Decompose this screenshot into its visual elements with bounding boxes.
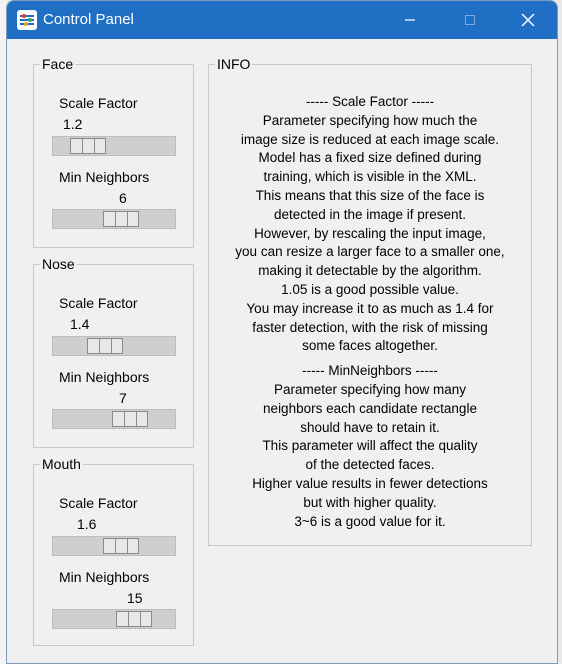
minimize-button[interactable] (387, 1, 433, 39)
nose-scale-slider[interactable] (52, 336, 176, 356)
info-line: image size is reduced at each image scal… (240, 131, 500, 147)
face-scale-label: Scale Factor (59, 95, 138, 111)
nose-scale-value: 1.4 (70, 316, 90, 332)
info-line: ----- MinNeighbors ----- (302, 363, 438, 379)
face-scale-slider[interactable] (52, 136, 176, 156)
info-line: Parameter specifying how much the (262, 112, 478, 128)
info-line: 3~6 is a good value for it. (294, 513, 446, 529)
info-line: 1.05 is a good possible value. (281, 281, 459, 297)
info-group-title: INFO (215, 56, 253, 72)
info-line: making it detectable by the algorithm. (258, 263, 482, 279)
minimize-icon (405, 19, 415, 21)
info-line: should have to retain it. (300, 419, 440, 435)
nose-neighbors-slider[interactable] (52, 409, 176, 429)
info-line: training, which is visible in the XML. (263, 169, 477, 185)
info-line: This parameter will affect the quality (262, 438, 478, 454)
control-panel-icon (17, 10, 37, 30)
nose-scale-label: Scale Factor (59, 295, 138, 311)
mouth-neighbors-label: Min Neighbors (59, 569, 150, 585)
mouth-group: Mouth Scale Factor 1.6 Min Neighbors 15 (33, 456, 194, 646)
info-line: Higher value results in fewer detections (252, 475, 488, 491)
face-neighbors-label: Min Neighbors (59, 169, 150, 185)
info-line: ----- Scale Factor ----- (305, 94, 435, 109)
info-line: faster detection, with the risk of missi… (252, 319, 488, 335)
title-bar[interactable]: Control Panel (7, 1, 557, 39)
info-line: some faces altogether. (302, 338, 438, 354)
info-line: However, by rescaling the input image, (254, 225, 486, 241)
nose-group: Nose Scale Factor 1.4 Min Neighbors 7 (33, 256, 194, 448)
nose-neighbors-value: 7 (119, 390, 127, 406)
nose-group-title: Nose (40, 256, 77, 272)
info-group: INFO ----- Scale Factor ----- Parameter … (208, 56, 532, 546)
client-area: Face Scale Factor 1.2 Min Neighbors 6 No… (7, 39, 557, 663)
info-line: neighbors each candidate rectangle (263, 400, 477, 416)
face-group: Face Scale Factor 1.2 Min Neighbors 6 (33, 56, 194, 248)
info-text: ----- Scale Factor ----- Parameter speci… (209, 93, 531, 531)
maximize-button[interactable] (447, 1, 493, 39)
mouth-neighbors-value: 15 (127, 590, 143, 606)
close-button[interactable] (505, 1, 551, 39)
mouth-group-title: Mouth (40, 456, 83, 472)
close-icon (521, 13, 535, 27)
face-neighbors-value: 6 (119, 190, 127, 206)
info-line: Model has a fixed size defined during (258, 150, 482, 166)
mouth-scale-label: Scale Factor (59, 495, 138, 511)
nose-neighbors-label: Min Neighbors (59, 369, 150, 385)
info-line: of the detected faces. (305, 457, 435, 473)
info-line: but with higher quality. (303, 494, 437, 510)
control-panel-window: Control Panel Face Scale Factor 1.2 Min … (6, 0, 558, 664)
window-title: Control Panel (43, 11, 134, 28)
info-line: you can resize a larger face to a smalle… (235, 244, 505, 260)
maximize-icon (465, 15, 475, 25)
face-neighbors-slider[interactable] (52, 209, 176, 229)
info-line: This means that this size of the face is (255, 187, 485, 203)
mouth-neighbors-slider[interactable] (52, 609, 176, 629)
info-line: detected in the image if present. (273, 206, 467, 222)
face-scale-value: 1.2 (63, 116, 83, 132)
mouth-scale-slider-thumb[interactable] (103, 538, 139, 554)
nose-scale-slider-thumb[interactable] (87, 338, 123, 354)
nose-neighbors-slider-thumb[interactable] (112, 411, 148, 427)
info-line: You may increase it to as much as 1.4 fo… (246, 300, 494, 316)
mouth-scale-value: 1.6 (77, 516, 97, 532)
mouth-neighbors-slider-thumb[interactable] (116, 611, 152, 627)
face-group-title: Face (40, 56, 76, 72)
face-scale-slider-thumb[interactable] (70, 138, 106, 154)
mouth-scale-slider[interactable] (52, 536, 176, 556)
face-neighbors-slider-thumb[interactable] (103, 211, 139, 227)
info-line: Parameter specifying how many (273, 381, 467, 397)
